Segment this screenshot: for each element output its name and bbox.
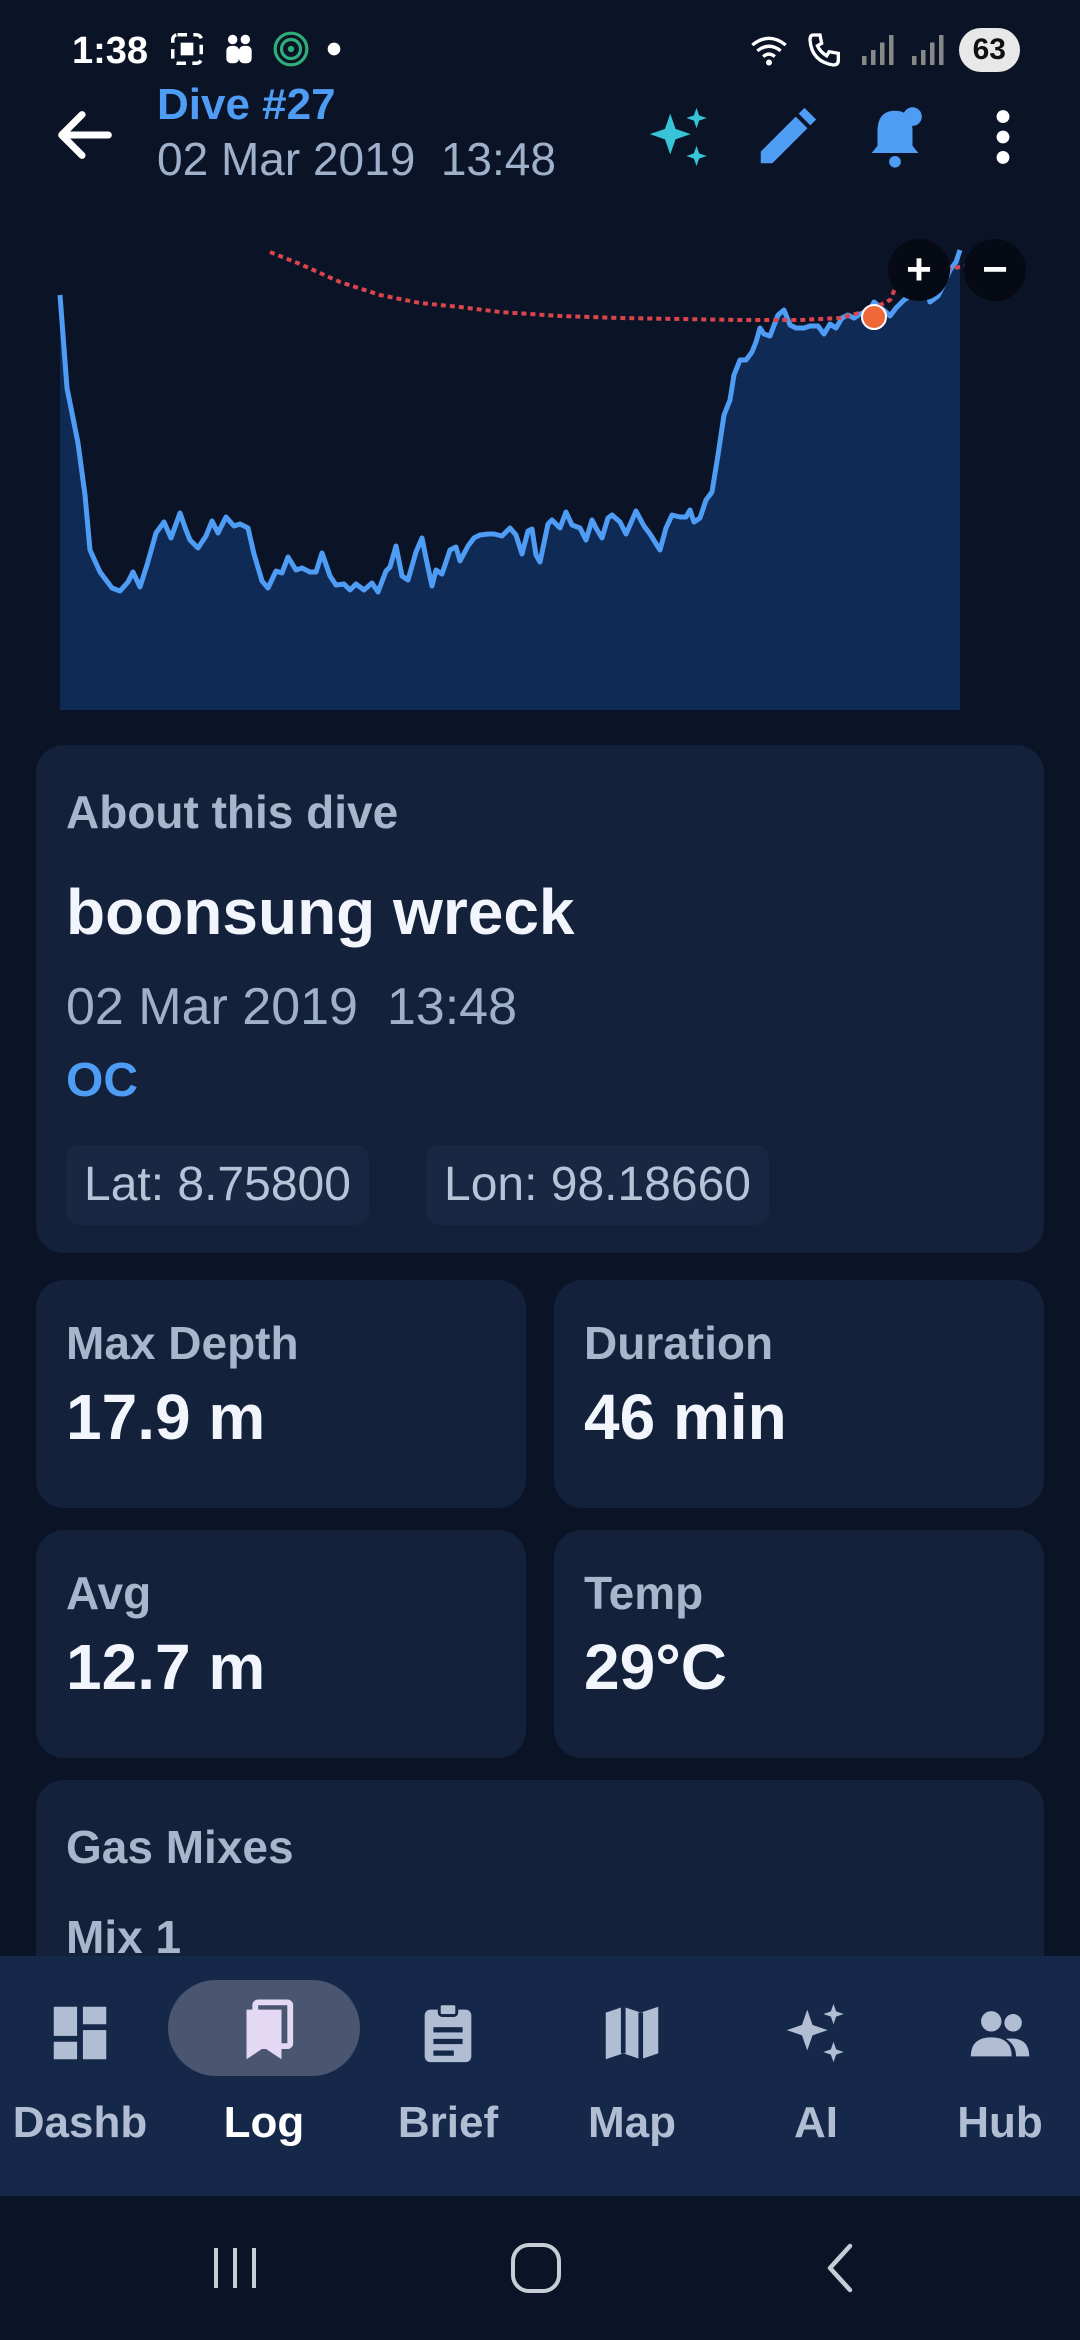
avg-depth-card: Avg 12.7 m bbox=[36, 1530, 526, 1758]
dive-datetime: 02 Mar 2019 13:48 bbox=[66, 978, 517, 1036]
temp-value: 29°C bbox=[584, 1631, 727, 1703]
clipboard-icon bbox=[424, 2002, 472, 2063]
app-bar: Dive #27 02 Mar 2019 13:48 bbox=[0, 80, 1080, 210]
log-icon bbox=[246, 1999, 294, 2060]
nav-label-log: Log bbox=[223, 2098, 305, 2147]
duration-card: Duration 46 min bbox=[554, 1280, 1044, 1508]
zoom-out-button[interactable]: − bbox=[964, 239, 1026, 301]
radar-icon bbox=[273, 31, 309, 67]
longitude-chip: Lon: 98.18660 bbox=[426, 1145, 769, 1225]
nav-label-dashboard: Dashb bbox=[12, 2098, 148, 2147]
dive-profile-svg bbox=[57, 245, 1020, 710]
dive-site-name: boonsung wreck bbox=[66, 876, 575, 948]
screenshot-icon bbox=[171, 33, 203, 65]
ai-sparkle-button[interactable] bbox=[644, 102, 714, 172]
system-nav-bar bbox=[0, 2196, 1080, 2340]
max-depth-card: Max Depth 17.9 m bbox=[36, 1280, 526, 1508]
zoom-in-button[interactable]: + bbox=[888, 239, 950, 301]
dive-profile-chart[interactable]: + − bbox=[40, 230, 1040, 730]
page-subtitle: 02 Mar 2019 13:48 bbox=[157, 133, 556, 185]
dot-icon bbox=[327, 42, 341, 56]
page-title: Dive #27 bbox=[157, 80, 336, 129]
signal-icon-2 bbox=[911, 35, 944, 65]
recent-apps-icon[interactable] bbox=[208, 2242, 262, 2294]
nav-label-hub: Hub bbox=[957, 2098, 1043, 2147]
dashboard-icon bbox=[53, 2006, 107, 2060]
battery-indicator: 63 bbox=[958, 28, 1020, 72]
notification-icons bbox=[168, 30, 344, 68]
nav-label-map: Map bbox=[588, 2098, 676, 2147]
more-options-button[interactable] bbox=[968, 102, 1038, 172]
call-icon bbox=[807, 33, 840, 67]
system-back-icon[interactable] bbox=[818, 2240, 862, 2296]
sparkle-icon bbox=[786, 2003, 844, 2063]
max-depth-value: 17.9 m bbox=[66, 1381, 266, 1453]
depth-area bbox=[60, 250, 960, 710]
nav-item-dashboard[interactable]: Dashb bbox=[0, 1956, 170, 2196]
nav-label-ai: AI bbox=[794, 2098, 838, 2147]
nav-item-ai[interactable]: AI bbox=[726, 1956, 906, 2196]
nav-item-log[interactable]: Log bbox=[174, 1956, 354, 2196]
nav-label-brief: Brief bbox=[397, 2098, 499, 2147]
about-label: About this dive bbox=[66, 786, 399, 838]
status-time: 1:38 bbox=[72, 30, 149, 72]
bottom-navigation: Dashb Log Brief Map AI Hub bbox=[0, 1956, 1080, 2196]
max-depth-label: Max Depth bbox=[66, 1317, 299, 1369]
temp-card: Temp 29°C bbox=[554, 1530, 1044, 1758]
home-icon[interactable] bbox=[508, 2240, 564, 2296]
dive-mode: OC bbox=[66, 1054, 138, 1107]
back-arrow-icon[interactable] bbox=[50, 100, 120, 170]
bell-add-button[interactable] bbox=[860, 102, 930, 172]
gas-mixes-label: Gas Mixes bbox=[66, 1821, 294, 1873]
map-icon bbox=[605, 2006, 659, 2060]
nav-item-map[interactable]: Map bbox=[542, 1956, 722, 2196]
nav-item-hub[interactable]: Hub bbox=[910, 1956, 1080, 2196]
about-card: About this dive boonsung wreck 02 Mar 20… bbox=[36, 745, 1044, 1253]
avg-depth-value: 12.7 m bbox=[66, 1631, 266, 1703]
edit-pencil-button[interactable] bbox=[752, 102, 822, 172]
current-point-marker[interactable] bbox=[861, 304, 887, 330]
people-status-icon bbox=[226, 34, 252, 64]
wifi-icon bbox=[750, 36, 787, 66]
people-icon bbox=[970, 2011, 1030, 2057]
signal-icon bbox=[861, 35, 894, 65]
duration-value: 46 min bbox=[584, 1381, 787, 1453]
duration-label: Duration bbox=[584, 1317, 774, 1369]
avg-depth-label: Avg bbox=[66, 1567, 152, 1619]
latitude-chip: Lat: 8.75800 bbox=[66, 1145, 369, 1225]
system-status-icons: 63 bbox=[747, 28, 1020, 72]
temp-label: Temp bbox=[584, 1567, 704, 1619]
nav-item-brief[interactable]: Brief bbox=[358, 1956, 538, 2196]
